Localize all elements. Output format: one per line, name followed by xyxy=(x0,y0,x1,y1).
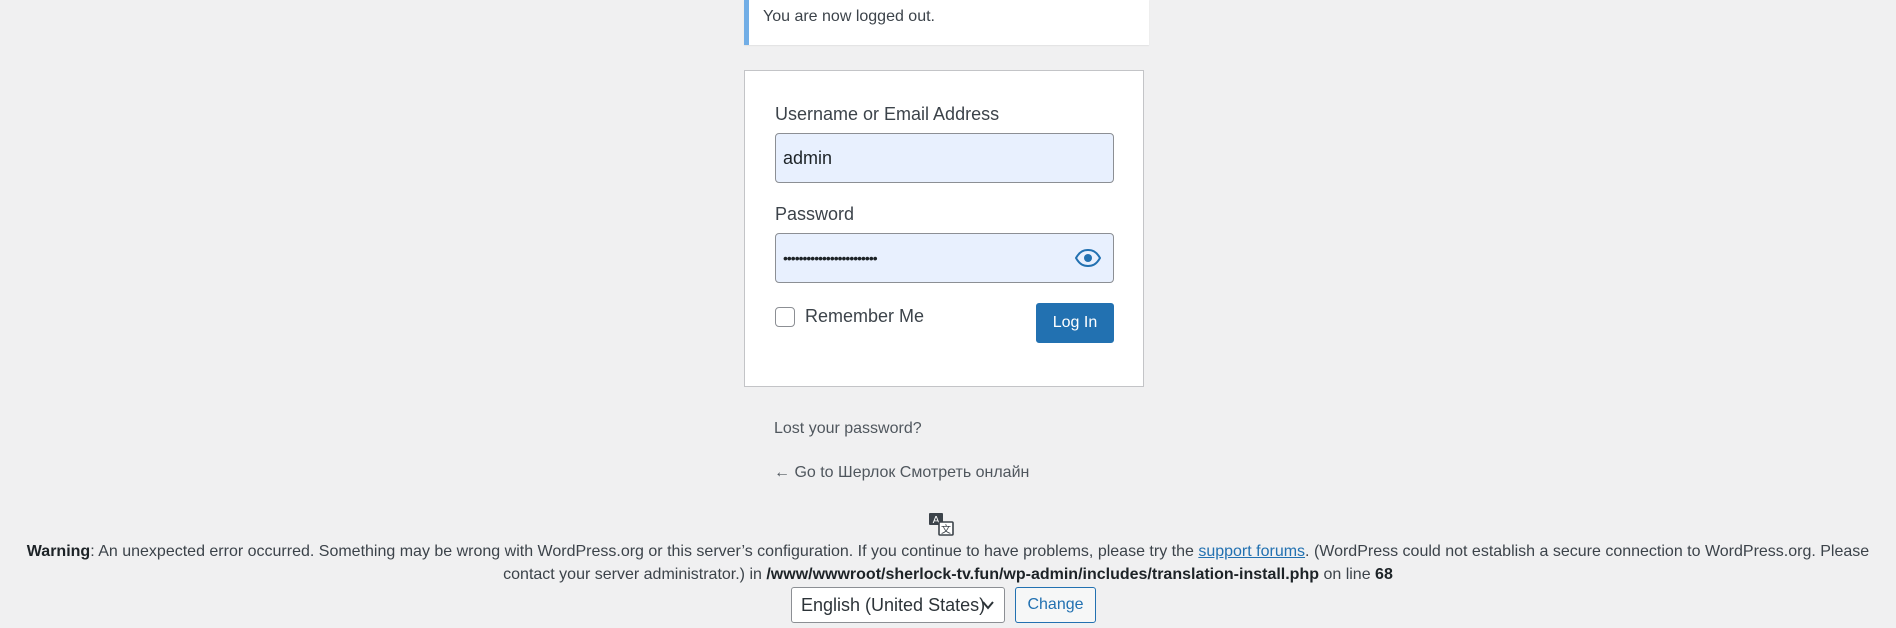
remember-me-label: Remember Me xyxy=(805,306,925,326)
password-value: •••••••••••••••••••••••• xyxy=(783,250,878,266)
logout-notice: You are now logged out. xyxy=(744,0,1149,45)
translation-icon: A 文 xyxy=(929,513,954,536)
warning-file-path: /www/wwwroot/sherlock-tv.fun/wp-admin/in… xyxy=(766,566,1319,583)
language-selected: English (United States) xyxy=(801,595,986,615)
warning-text-1: : An unexpected error occurred. Somethin… xyxy=(90,543,1199,560)
username-label: Username or Email Address xyxy=(775,104,1000,124)
login-form: Username or Email Address admin Password… xyxy=(744,70,1144,387)
login-button[interactable]: Log In xyxy=(1036,303,1114,343)
lost-password-link[interactable]: Lost your password? xyxy=(774,420,922,438)
remember-me-checkbox[interactable] xyxy=(775,306,795,327)
eye-icon[interactable] xyxy=(1075,248,1101,268)
chevron-down-icon xyxy=(982,601,994,610)
username-input[interactable]: admin xyxy=(775,133,1114,183)
password-label: Password xyxy=(775,204,855,224)
warning-on-line: on line xyxy=(1319,566,1376,583)
svg-text:文: 文 xyxy=(941,523,951,536)
username-value: admin xyxy=(783,148,833,168)
change-language-button[interactable]: Change xyxy=(1015,587,1096,623)
password-input[interactable]: •••••••••••••••••••••••• xyxy=(775,233,1114,283)
warning-label: Warning xyxy=(26,543,91,560)
remember-me[interactable]: Remember Me xyxy=(775,306,924,327)
warning-line-number: 68 xyxy=(1375,566,1393,583)
warning-message: Warning: An unexpected error occurred. S… xyxy=(0,540,1896,586)
back-to-site-link[interactable]: ← Go to Шерлок Смотреть онлайн xyxy=(774,464,1029,482)
notice-message: You are now logged out. xyxy=(763,8,935,25)
support-forums-link[interactable]: support forums xyxy=(1198,543,1305,560)
language-select[interactable]: English (United States) xyxy=(791,587,1005,623)
